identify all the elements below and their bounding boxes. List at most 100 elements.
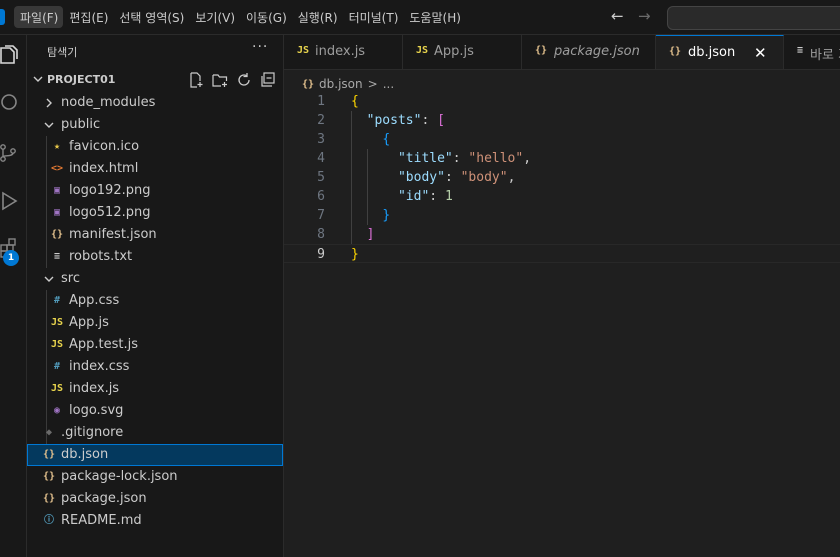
code-line[interactable]: 7 } (284, 206, 840, 225)
code-line[interactable]: 1{ (284, 92, 840, 111)
sidebar-title: 탐색기 (47, 46, 78, 59)
tree-file[interactable]: {} package.json (27, 488, 283, 510)
menu-item[interactable]: 실행(R) (292, 6, 343, 28)
code-line[interactable]: 8 ] (284, 225, 840, 244)
code-token: } (382, 208, 391, 223)
tree-item-label: App.css (69, 293, 120, 308)
tree-item-label: src (61, 271, 80, 286)
tree-file[interactable]: ≡ robots.txt (27, 246, 283, 268)
more-actions-icon[interactable]: ··· (252, 39, 268, 55)
tree-item-label: index.js (69, 381, 120, 396)
tree-file[interactable]: # index.css (27, 356, 283, 378)
explorer-sidebar: 탐색기 ··· PROJECT01 node_modules public ★ … (27, 35, 284, 557)
chevron-right-icon (46, 98, 52, 108)
command-center-search[interactable] (667, 6, 840, 30)
tree-file[interactable]: {} manifest.json (27, 224, 283, 246)
line-number: 1 (317, 94, 325, 109)
tree-item-label: logo192.png (69, 183, 151, 198)
json-file-icon: {} (50, 229, 64, 240)
image-file-icon: ▣ (53, 185, 61, 196)
line-text: "title": "hello", (351, 149, 531, 168)
code-line[interactable]: 4 "title": "hello", (284, 149, 840, 168)
tree-file[interactable]: ★ favicon.ico (27, 136, 283, 158)
menu-item[interactable]: 도움말(H) (403, 6, 466, 28)
project-name: PROJECT01 (47, 73, 116, 86)
json-file-icon: {} (302, 78, 315, 90)
tree-file[interactable]: <> index.html (27, 158, 283, 180)
tree-file[interactable]: ◆ .gitignore (27, 422, 283, 444)
line-number: 5 (317, 170, 325, 185)
tab[interactable]: {} db.json ✕ (656, 35, 784, 69)
menu-item[interactable]: 이동(G) (240, 6, 292, 28)
editor: {} db.json > ... 1{2 "posts": [3 {4 "tit… (284, 70, 840, 557)
line-text: { (351, 92, 359, 111)
tree-file[interactable]: ▣ logo192.png (27, 180, 283, 202)
tab-label: db.json (688, 45, 736, 60)
tree-file[interactable]: JS index.js (27, 378, 283, 400)
line-text: { (351, 130, 390, 149)
search-icon[interactable] (0, 93, 18, 113)
tree-file[interactable]: ▣ logo512.png (27, 202, 283, 224)
code-line[interactable]: 3 { (284, 130, 840, 149)
tree-item-label: logo.svg (69, 403, 124, 418)
code-line[interactable]: 2 "posts": [ (284, 111, 840, 130)
line-number: 4 (317, 151, 325, 166)
editor-tabs: JS index.js JS App.js {} package.json {} db.jso… (284, 35, 840, 70)
close-icon[interactable]: ✕ (754, 44, 767, 62)
tree-folder[interactable]: src (27, 268, 283, 290)
menu-item[interactable]: 편집(E) (63, 6, 113, 28)
line-text: } (351, 245, 359, 264)
js-file-icon: JS (50, 383, 64, 394)
new-file-icon[interactable] (188, 72, 204, 88)
code-token: "body" (397, 170, 445, 185)
svg-file-icon: ◉ (53, 405, 61, 416)
tree-file[interactable]: {} package-lock.json (27, 466, 283, 488)
code-token: { (382, 132, 391, 147)
run-debug-icon[interactable] (0, 191, 18, 211)
tree-folder[interactable]: public (27, 114, 283, 136)
tree-file[interactable]: ◉ logo.svg (27, 400, 283, 422)
tree-item-label: node_modules (61, 95, 156, 110)
arrow-left-icon[interactable]: ← (611, 8, 624, 24)
menu-item[interactable]: 보기(V) (189, 6, 240, 28)
title-bar: 파일(F) 편집(E) 선택 영역(S) 보기(V) 이동(G) 실행(R) 터미널(T) 도… (0, 0, 840, 35)
breadcrumb-rest[interactable]: ... (383, 77, 394, 91)
breadcrumb-file[interactable]: db.json (319, 77, 363, 91)
tab[interactable]: JS index.js (284, 35, 403, 69)
json-file-icon: {} (42, 449, 56, 460)
code-line[interactable]: 6 "id": 1 (284, 187, 840, 206)
code-line[interactable]: 9} (284, 244, 840, 263)
code-token: : (452, 151, 469, 166)
extensions-badge: 1 (3, 250, 19, 266)
tab[interactable]: {} package.json (522, 35, 656, 69)
code-area[interactable]: 1{2 "posts": [3 {4 "title": "hello", 5 "b… (284, 92, 840, 263)
menu-item[interactable]: 선택 영역(S) (113, 6, 189, 28)
code-line[interactable]: 5 "body": "body", (284, 168, 840, 187)
source-control-icon[interactable] (0, 143, 18, 163)
tree-file[interactable]: {} db.json (27, 444, 283, 466)
tree-file[interactable]: # App.css (27, 290, 283, 312)
chevron-down-icon (44, 122, 54, 128)
arrow-right-icon[interactable]: → (638, 8, 651, 24)
tree-folder[interactable]: node_modules (27, 92, 283, 114)
project-header[interactable]: PROJECT01 (27, 69, 283, 91)
text-file-icon: ≡ (53, 251, 61, 262)
refresh-icon[interactable] (236, 72, 252, 88)
collapse-all-icon[interactable] (260, 72, 276, 88)
tab[interactable]: JS App.js (403, 35, 522, 69)
tree-item-label: App.test.js (69, 337, 139, 352)
tree-file[interactable]: ⓘ README.md (27, 510, 283, 532)
explorer-icon[interactable] (0, 45, 18, 65)
tree-file[interactable]: JS App.test.js (27, 334, 283, 356)
favicon-file-icon: ★ (53, 141, 61, 152)
tree-file[interactable]: JS App.js (27, 312, 283, 334)
new-folder-icon[interactable] (212, 72, 228, 88)
tab[interactable]: ≡ 바로 가 (784, 35, 840, 69)
line-number: 7 (317, 208, 325, 223)
menu-item[interactable]: 터미널(T) (343, 6, 404, 28)
menu-item[interactable]: 파일(F) (14, 6, 64, 28)
